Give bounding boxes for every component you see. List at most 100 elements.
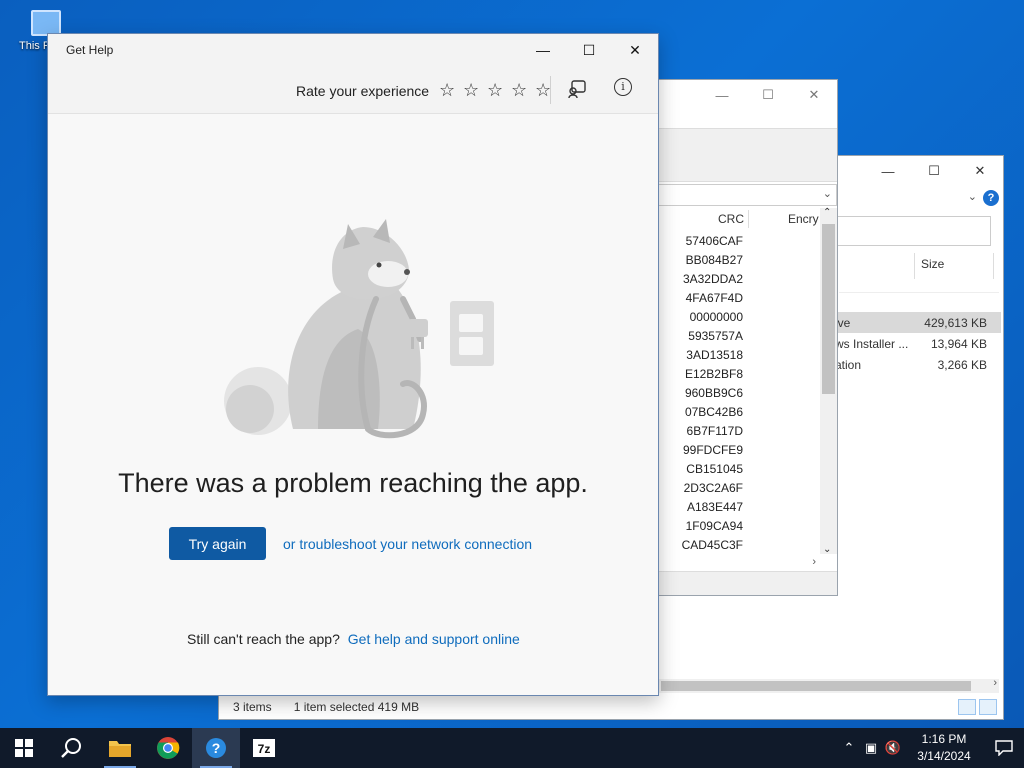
crc-value[interactable]: 4FA67F4D — [658, 289, 743, 308]
star-5-icon[interactable]: ☆ — [531, 80, 555, 101]
network-icon[interactable]: ▣ — [860, 740, 882, 756]
star-4-icon[interactable]: ☆ — [507, 80, 531, 101]
column-header: CRC Encry — [658, 208, 820, 230]
get-help-window: Get Help — ☐ ✕ Rate your experience ☆ ☆ … — [47, 33, 659, 696]
search-icon[interactable] — [48, 728, 96, 768]
column-header-encrypted[interactable]: Encry — [788, 212, 819, 226]
7zip-icon[interactable]: 7z — [240, 728, 288, 768]
minimize-button[interactable]: — — [865, 156, 911, 186]
crc-value[interactable]: CB151045 — [658, 460, 743, 479]
maximize-button[interactable]: ☐ — [911, 156, 957, 186]
maximize-button[interactable]: ☐ — [566, 34, 612, 66]
window-controls: — ☐ ✕ — [699, 80, 837, 110]
details-view-icon[interactable] — [958, 699, 976, 715]
crc-value[interactable]: 3A32DDA2 — [658, 270, 743, 289]
large-icons-view-icon[interactable] — [979, 699, 997, 715]
minimize-button[interactable]: — — [699, 80, 745, 110]
crc-value[interactable]: 3AD13518 — [658, 346, 743, 365]
crc-value[interactable]: 07BC42B6 — [658, 403, 743, 422]
try-again-button[interactable]: Try again — [169, 527, 266, 560]
status-bar — [658, 571, 837, 595]
chevron-up-icon[interactable]: ⌃ — [838, 740, 860, 756]
window-controls: — ☐ ✕ — [865, 156, 1003, 186]
crc-value[interactable]: E12B2BF8 — [658, 365, 743, 384]
crc-value[interactable]: 00000000 — [658, 308, 743, 327]
star-2-icon[interactable]: ☆ — [459, 80, 483, 101]
troubleshoot-network-link[interactable]: or troubleshoot your network connection — [283, 536, 532, 552]
scrollbar-thumb[interactable] — [822, 224, 835, 394]
feedback-icon[interactable] — [564, 76, 590, 102]
toolbar — [658, 128, 837, 182]
maximize-button[interactable]: ☐ — [745, 80, 791, 110]
chevron-down-icon[interactable]: ⌄ — [823, 544, 831, 555]
crc-value[interactable]: 57406CAF — [658, 232, 743, 251]
info-icon[interactable]: i — [614, 78, 632, 96]
file-name: ive — [835, 315, 851, 330]
file-size: 3,266 KB — [937, 357, 987, 372]
chevron-right-icon[interactable]: › — [993, 677, 997, 689]
file-size: 429,613 KB — [924, 315, 987, 330]
column-header-crc[interactable]: CRC — [718, 212, 744, 226]
chrome-icon[interactable] — [144, 728, 192, 768]
list-item[interactable]: ation 3,266 KB — [829, 354, 1001, 375]
crc-value[interactable]: 960BB9C6 — [658, 384, 743, 403]
start-icon[interactable] — [0, 728, 48, 768]
crc-value[interactable]: 99FDCFE9 — [658, 441, 743, 460]
svg-text:?: ? — [212, 740, 221, 756]
scrollbar-thumb[interactable] — [661, 681, 971, 691]
minimize-button[interactable]: — — [520, 34, 566, 66]
clock-date: 3/14/2024 — [917, 749, 971, 763]
crc-value[interactable]: 5935757A — [658, 327, 743, 346]
svg-text:7z: 7z — [258, 742, 271, 756]
still-cant-reach: Still can't reach the app? Get help and … — [187, 631, 520, 647]
chevron-down-icon[interactable]: ⌄ — [968, 190, 977, 203]
disconnected-dog-illustration — [208, 219, 508, 444]
star-rating: ☆ ☆ ☆ ☆ ☆ — [435, 80, 555, 101]
rate-experience: Rate your experience ☆ ☆ ☆ ☆ ☆ — [296, 80, 555, 101]
column-header-size[interactable]: Size — [921, 257, 944, 271]
horizontal-scrollbar[interactable]: › — [658, 554, 820, 571]
system-tray: ⌃ ▣ 🔇 1:16 PM 3/14/2024 — [838, 728, 1024, 768]
notification-icon[interactable] — [984, 728, 1024, 768]
crc-value[interactable]: BB084B27 — [658, 251, 743, 270]
status-bar: 3 items 1 item selected 419 MB — [219, 695, 1003, 719]
volume-muted-icon[interactable]: 🔇 — [882, 740, 904, 756]
chevron-right-icon[interactable]: › — [812, 556, 816, 568]
file-explorer-icon[interactable] — [96, 728, 144, 768]
error-message: There was a problem reaching the app. — [118, 468, 588, 498]
vertical-scrollbar[interactable]: ⌃ ⌄ — [820, 207, 837, 555]
file-name: ws Installer ... — [835, 336, 909, 351]
rate-label: Rate your experience — [296, 82, 430, 99]
address-bar[interactable]: ⌄ — [658, 184, 837, 206]
help-icon[interactable]: ? — [983, 190, 999, 206]
crc-value[interactable]: 6B7F117D — [658, 422, 743, 441]
crc-value[interactable]: A183E447 — [658, 498, 743, 517]
title-bar[interactable]: Get Help — ☐ ✕ — [48, 34, 658, 66]
window-title: Get Help — [66, 43, 114, 57]
list-item[interactable]: ive 429,613 KB — [829, 312, 1001, 333]
chevron-up-icon[interactable]: ⌃ — [823, 207, 831, 218]
crc-value[interactable]: 1F09CA94 — [658, 517, 743, 536]
crc-value[interactable]: 2D3C2A6F — [658, 479, 743, 498]
selection-info: 1 item selected 419 MB — [293, 700, 420, 714]
still-text: Still can't reach the app? — [187, 631, 340, 647]
close-button[interactable]: ✕ — [791, 80, 837, 110]
get-help-online-link[interactable]: Get help and support online — [348, 631, 520, 647]
file-list: ive 429,613 KB ws Installer ... 13,964 K… — [829, 312, 1001, 375]
window-controls: — ☐ ✕ — [520, 34, 658, 66]
column-header: Size — [839, 253, 999, 293]
file-size: 13,964 KB — [930, 336, 987, 351]
crc-value[interactable]: CAD45C3F — [658, 536, 743, 555]
close-button[interactable]: ✕ — [957, 156, 1003, 186]
get-help-icon[interactable]: ? — [192, 728, 240, 768]
clock[interactable]: 1:16 PM 3/14/2024 — [904, 731, 984, 765]
horizontal-scrollbar[interactable]: › — [659, 677, 999, 693]
chevron-down-icon[interactable]: ⌄ — [823, 187, 832, 200]
close-button[interactable]: ✕ — [612, 34, 658, 66]
7zip-window: — ☐ ✕ ⌄ CRC Encry 57406CAF BB084B27 3A32… — [657, 79, 838, 596]
star-1-icon[interactable]: ☆ — [435, 80, 459, 101]
star-3-icon[interactable]: ☆ — [483, 80, 507, 101]
list-item[interactable]: ws Installer ... 13,964 KB — [829, 333, 1001, 354]
toolbar-divider — [550, 76, 551, 104]
item-count: 3 items — [233, 700, 272, 714]
